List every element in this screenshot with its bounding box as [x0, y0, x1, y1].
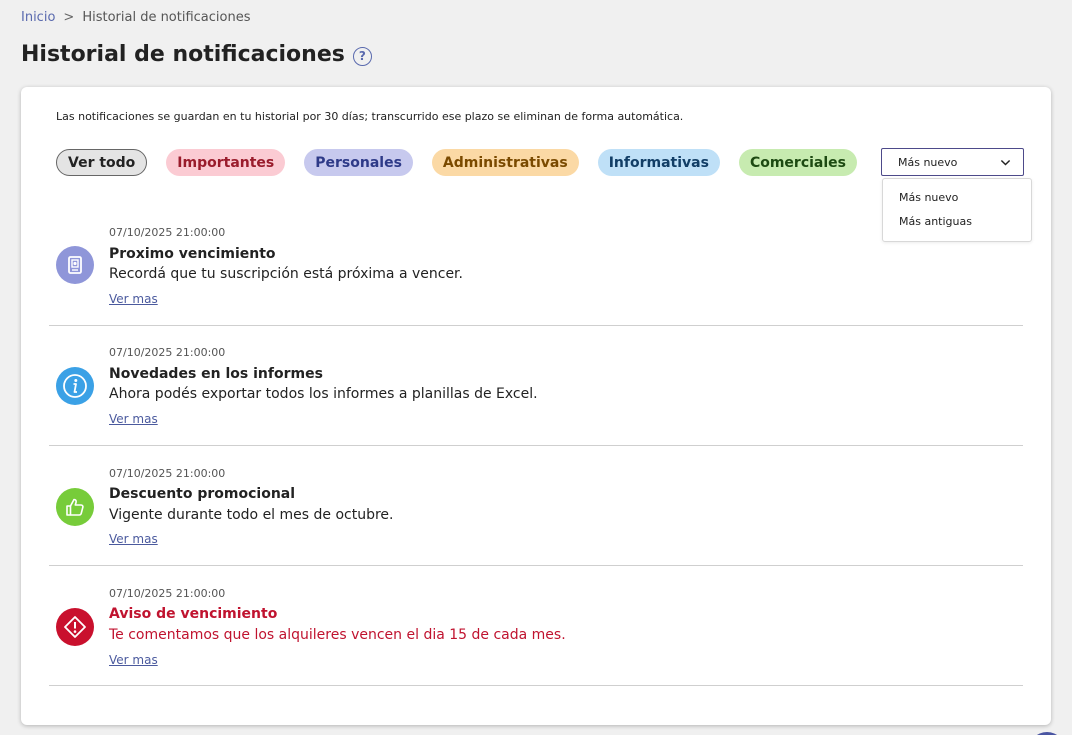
calendar-icon — [56, 246, 94, 284]
notification-date: 07/10/2025 21:00:00 — [109, 467, 226, 480]
filter-chip-informativas[interactable]: Informativas — [597, 149, 720, 176]
sort-option-newest[interactable]: Más nuevo — [899, 191, 958, 204]
filter-chip-personales[interactable]: Personales — [304, 149, 413, 176]
notification-body: Ahora podés exportar todos los informes … — [109, 386, 538, 402]
filter-chip-administrativas[interactable]: Administrativas — [431, 149, 579, 176]
filter-chip-comerciales[interactable]: Comerciales — [738, 149, 858, 176]
chevron-down-icon — [1000, 159, 1011, 166]
help-icon[interactable]: ? — [352, 46, 372, 66]
breadcrumb-separator: > — [63, 10, 75, 25]
thumbs-up-icon — [56, 488, 94, 526]
notification-date: 07/10/2025 21:00:00 — [109, 346, 226, 359]
notification-body: Vigente durante todo el mes de octubre. — [109, 507, 394, 523]
sort-select[interactable]: Más nuevo — [881, 148, 1024, 176]
filter-chip-importantes[interactable]: Importantes — [166, 149, 286, 176]
filter-chip-all[interactable]: Ver todo — [56, 149, 148, 176]
category-filters: Ver todo Importantes Personales Administ… — [56, 149, 858, 176]
notification-item: 07/10/2025 21:00:00 Descuento promociona… — [49, 446, 1023, 566]
retention-info-text: Las notificaciones se guardan en tu hist… — [56, 110, 684, 123]
notification-title: Proximo vencimiento — [109, 246, 276, 262]
sort-selected-value: Más nuevo — [898, 155, 958, 169]
notification-body: Te comentamos que los alquileres vencen … — [109, 627, 566, 643]
notification-title: Descuento promocional — [109, 486, 296, 502]
notifications-card: Las notificaciones se guardan en tu hist… — [21, 87, 1051, 725]
see-more-link[interactable]: Ver mas — [109, 412, 158, 426]
notification-item: 07/10/2025 21:00:00 Proximo vencimiento … — [49, 206, 1023, 326]
info-icon — [56, 367, 94, 405]
breadcrumb-current: Historial de notificaciones — [82, 10, 251, 25]
see-more-link[interactable]: Ver mas — [109, 292, 158, 306]
notification-date: 07/10/2025 21:00:00 — [109, 587, 226, 600]
notification-title: Aviso de vencimiento — [109, 606, 278, 622]
notification-body: Recordá que tu suscripción está próxima … — [109, 266, 463, 282]
notification-item: 07/10/2025 21:00:00 Aviso de vencimiento… — [49, 566, 1023, 686]
warning-icon — [56, 608, 94, 646]
breadcrumb: Inicio > Historial de notificaciones — [21, 10, 251, 25]
notification-item: 07/10/2025 21:00:00 Novedades en los inf… — [49, 326, 1023, 446]
page-title: Historial de notificaciones — [21, 42, 345, 67]
notification-title: Novedades en los informes — [109, 366, 323, 382]
page-title-row: Historial de notificaciones ? — [21, 42, 372, 67]
see-more-link[interactable]: Ver mas — [109, 653, 158, 667]
breadcrumb-home-link[interactable]: Inicio — [21, 10, 55, 25]
see-more-link[interactable]: Ver mas — [109, 532, 158, 546]
notification-date: 07/10/2025 21:00:00 — [109, 226, 226, 239]
